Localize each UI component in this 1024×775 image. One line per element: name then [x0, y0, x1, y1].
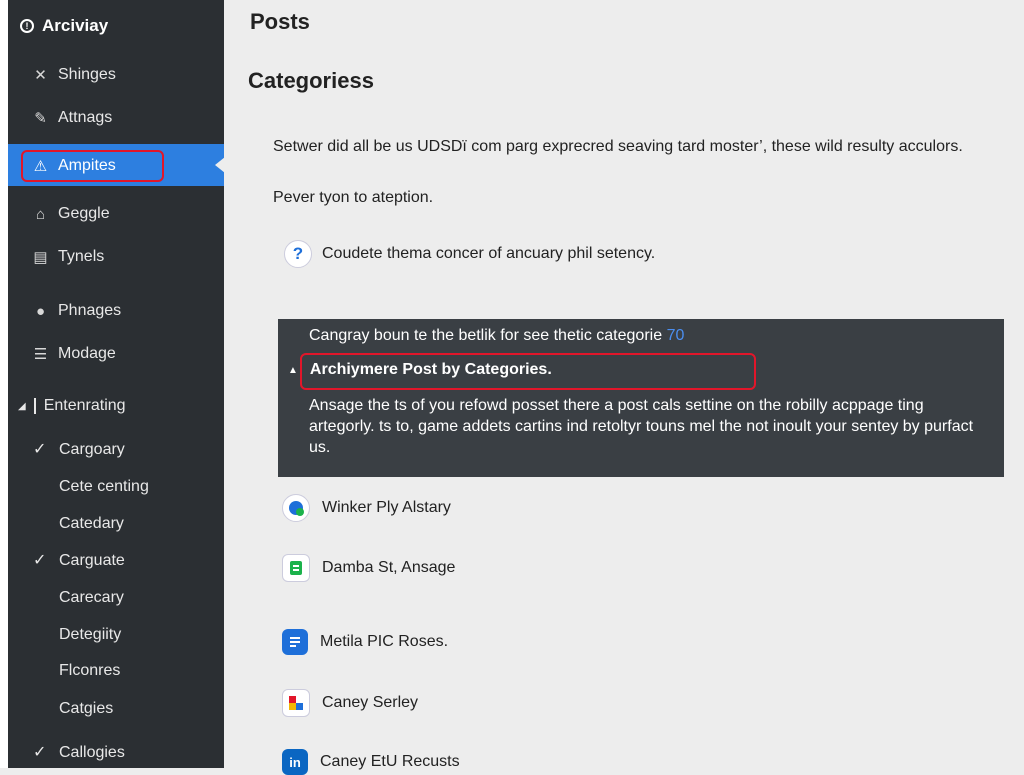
question-icon: ?: [284, 240, 312, 268]
sidebar-item-label: Geggle: [58, 205, 110, 222]
sidebar-subitem[interactable]: Callogies: [59, 741, 125, 765]
sidebar-item-label: Modage: [58, 345, 116, 362]
checkmark-icon: ✓: [33, 744, 47, 761]
list-item-label: Caney EtU Recusts: [320, 753, 460, 770]
sidebar-section-toggle[interactable]: ◢ Entenrating: [18, 397, 126, 415]
triangle-up-icon: ▲: [288, 364, 298, 376]
list-item[interactable]: Metila PIC Roses.: [282, 629, 448, 655]
info-icon: !: [20, 19, 34, 33]
list-item[interactable]: in Caney EtU Recusts: [282, 749, 460, 775]
section-title: Categoriess: [248, 68, 374, 93]
document-icon: [282, 629, 308, 655]
list-item-label: Metila PIC Roses.: [320, 633, 449, 650]
close-icon: ✕: [34, 67, 47, 84]
secondary-paragraph: Pever tyon to ateption.: [273, 189, 434, 206]
list-item[interactable]: Caney Serley: [282, 689, 418, 717]
brand-label: Arciviay: [42, 16, 109, 35]
sidebar-subitem[interactable]: Catedary: [59, 512, 124, 536]
info-panel: Cangray boun te the betlik for see theti…: [278, 319, 1004, 477]
sidebar-item-shinges[interactable]: ✕ Shinges: [32, 62, 116, 88]
list-item[interactable]: Winker Ply Alstary: [282, 494, 451, 522]
brand[interactable]: ! Arciviay: [20, 14, 108, 38]
sidebar-item-phnages[interactable]: ● Phnages: [32, 298, 121, 324]
checkmark-icon: ✓: [33, 552, 47, 569]
intro-paragraph: Setwer did all be us UDSDї com parg expr…: [273, 138, 963, 155]
sidebar-subitem[interactable]: Cete centing: [59, 475, 149, 499]
linkedin-icon: in: [282, 749, 308, 775]
help-text: Coudete thema concer of ancuary phil set…: [322, 245, 656, 262]
sidebar: ! Arciviay ✕ Shinges ✎ Attnags ⚠ Ampites…: [0, 0, 225, 768]
sidebar-subitem[interactable]: Cargoary: [59, 438, 125, 462]
users-icon: ●: [35, 302, 46, 320]
list-icon: ☰: [33, 346, 48, 363]
sidebar-subitem[interactable]: Detegiity: [59, 623, 121, 647]
help-row[interactable]: ? Coudete thema concer of ancuary phil s…: [284, 240, 655, 268]
panel-title-annotation: [300, 353, 756, 390]
panel-top-label: Cangray boun te the betlik for see theti…: [309, 327, 663, 344]
sidebar-edge: [0, 0, 8, 768]
divider-bar: [33, 398, 36, 414]
sidebar-subitem[interactable]: Catgies: [59, 697, 113, 721]
home-icon: ⌂: [35, 205, 46, 223]
panel-body: Ansage the ts of you refowd posset there…: [309, 397, 974, 456]
clipboard-icon: [282, 554, 310, 582]
list-item-label: Winker Ply Alstary: [322, 499, 451, 516]
sidebar-item-label: Attnags: [58, 109, 113, 126]
list-item-label: Damba St, Ansage: [322, 559, 456, 576]
list-item-label: Caney Serley: [322, 694, 419, 711]
panel-top-text: Cangray boun te the betlik for see theti…: [309, 327, 684, 345]
sidebar-subitem[interactable]: Carecary: [59, 586, 124, 610]
sidebar-item-geggle[interactable]: ⌂ Geggle: [32, 201, 110, 227]
sidebar-subitem[interactable]: Flconres: [59, 659, 120, 683]
sidebar-item-label: Tynels: [58, 248, 105, 265]
app-icon: [282, 689, 310, 717]
sidebar-active-annotation: [21, 150, 164, 182]
main-content: Posts Categoriess Setwer did all be us U…: [224, 0, 1024, 775]
document-icon: ▤: [33, 249, 48, 266]
list-item[interactable]: Damba St, Ansage: [282, 554, 455, 582]
globe-icon: [282, 494, 310, 522]
sidebar-item-modage[interactable]: ☰ Modage: [32, 341, 116, 367]
sidebar-item-label: Shinges: [58, 66, 116, 83]
checkmark-icon: ✓: [33, 441, 47, 458]
sidebar-item-tynels[interactable]: ▤ Tynels: [32, 244, 104, 270]
page-title: Posts: [250, 9, 310, 34]
sidebar-section-label: Entenrating: [43, 397, 126, 414]
pin-icon: ✎: [34, 110, 47, 127]
sidebar-item-label: Phnages: [58, 302, 122, 319]
panel-top-number: 70: [666, 327, 685, 344]
sidebar-item-attnags[interactable]: ✎ Attnags: [32, 105, 112, 131]
triangle-down-icon: ◢: [18, 400, 26, 412]
sidebar-subitem[interactable]: Carguate: [59, 549, 125, 573]
